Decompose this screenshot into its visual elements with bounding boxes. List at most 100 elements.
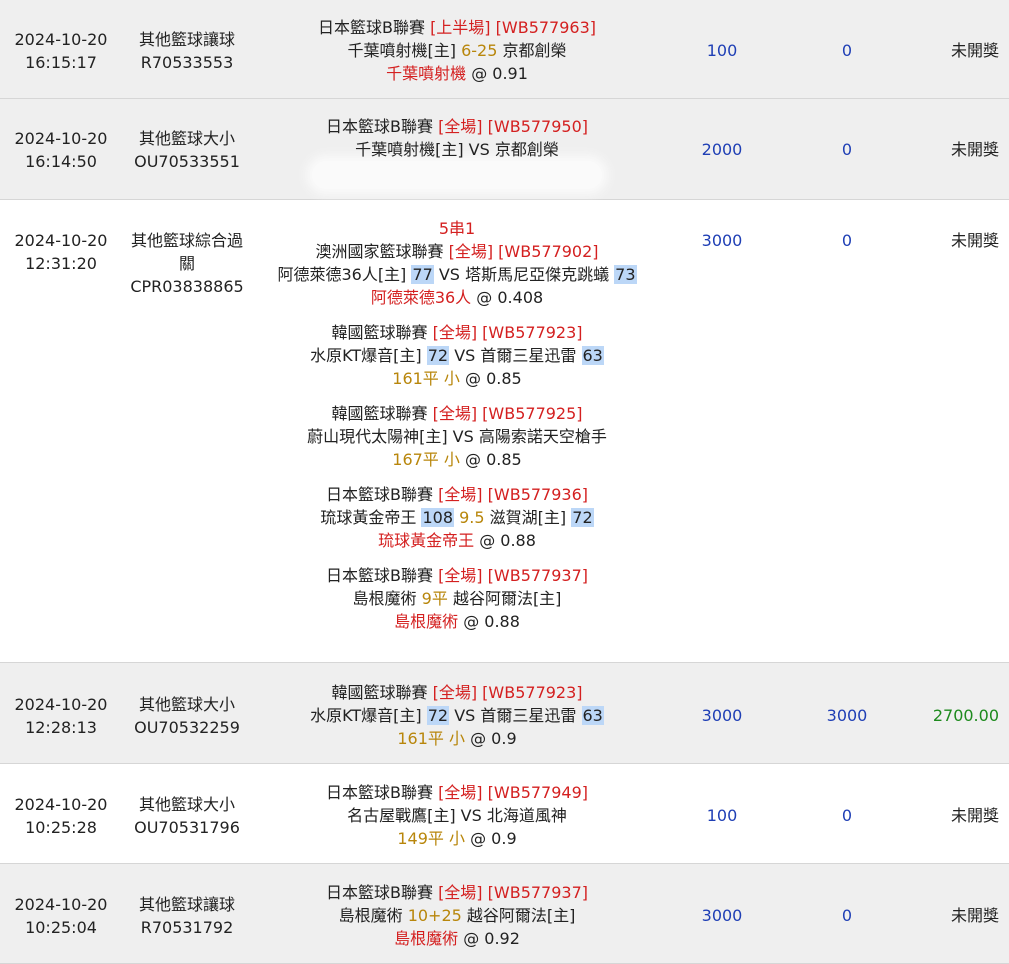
bet-datetime: 2024-10-20 16:15:17 (0, 28, 122, 74)
bet-date: 2024-10-20 (14, 231, 108, 250)
league-name: 日本籃球B聯賽 (325, 566, 433, 585)
odds: @ 0.9 (470, 829, 517, 848)
bet-row-parlay: 2024-10-20 12:31:20 其他籃球綜合過 關 CPR0383886… (0, 200, 1009, 663)
league-name: 日本籃球B聯賽 (325, 117, 433, 136)
odds: @ 0.85 (465, 369, 522, 388)
period: [全場] (438, 485, 483, 504)
match-teams: 名古屋戰鷹[主] VS 北海道風神 (347, 806, 567, 825)
pick: 琉球黃金帝王 (378, 531, 475, 550)
pick: 161平 小 (397, 729, 465, 748)
handicap-line: 10+25 (407, 906, 462, 925)
match-code: [WB577925] (482, 404, 583, 423)
away-score: 63 (581, 346, 604, 365)
valid-amount: 0 (841, 41, 853, 60)
home-score: 72 (426, 706, 450, 725)
result: 2700.00 (932, 706, 999, 725)
team-b-score: 72 (571, 508, 594, 527)
ticket-number: R70531792 (140, 918, 234, 937)
bet-detail: 韓國籃球聯賽 [全場] [WB577923] 水原KT爆音[主] 72 VS 首… (252, 681, 662, 750)
pick: 島根魔術 (394, 612, 459, 631)
ticket-number: OU70533551 (134, 152, 240, 171)
bet-amount: 3000 (701, 231, 743, 250)
bet-date: 2024-10-20 (14, 695, 108, 714)
away-team: 首爾三星迅雷 (480, 346, 577, 365)
bet-detail: 日本籃球B聯賽 [上半場] [WB577963] 千葉噴射機[主] 6-25 京… (252, 16, 662, 85)
match-code: [WB577949] (487, 783, 589, 802)
odds: @ 0.88 (479, 531, 536, 550)
bet-type: 其他籃球大小 OU70533551 (122, 127, 252, 173)
period: [全場] (432, 323, 478, 342)
result: 未開獎 (950, 906, 999, 925)
result: 未開獎 (950, 231, 999, 250)
vs-label: VS (454, 346, 476, 365)
home-score: 77 (411, 265, 434, 284)
away-score: 73 (614, 265, 637, 284)
valid-amount: 0 (841, 231, 853, 250)
league-name: 韓國籃球聯賽 (331, 683, 428, 702)
odds: @ 0.92 (463, 929, 520, 948)
bet-datetime: 2024-10-20 10:25:04 (0, 893, 122, 939)
bet-detail: 5串1 澳洲國家籃球聯賽 [全場] [WB577902] 阿德萊德36人[主] … (252, 217, 662, 633)
bet-type-label: 其他籃球讓球 (138, 30, 235, 49)
odds: @ 0.88 (463, 612, 520, 631)
period: [全場] (448, 242, 494, 261)
bet-time: 10:25:04 (25, 918, 97, 937)
bet-datetime: 2024-10-20 10:25:28 (0, 793, 122, 839)
match-code: [WB577950] (487, 117, 589, 136)
team-b: 越谷阿爾法[主] (466, 906, 576, 925)
ticket-number: R70533553 (140, 53, 234, 72)
team-a: 琉球黃金帝王 (320, 508, 417, 527)
pick: 161平 小 (392, 369, 460, 388)
home-team: 水原KT爆音[主] (310, 706, 422, 725)
bet-amount: 3000 (701, 906, 743, 925)
handicap-line: 9.5 (459, 508, 485, 527)
away-team: 塔斯馬尼亞傑克跳蟻 (465, 265, 610, 284)
bet-type: 其他籃球大小 OU70532259 (122, 693, 252, 739)
ticket-number: OU70531796 (134, 818, 240, 837)
league-name: 韓國籃球聯賽 (331, 404, 428, 423)
bet-type-label: 其他籃球大小 (138, 795, 235, 814)
parlay-label: 5串1 (438, 219, 476, 238)
bet-row: 2024-10-20 10:25:28 其他籃球大小 OU70531796 日本… (0, 764, 1009, 864)
bet-row: 2024-10-20 16:15:17 其他籃球讓球 R70533553 日本籃… (0, 0, 1009, 99)
bet-type: 其他籃球讓球 R70533553 (122, 28, 252, 74)
bet-row: 2024-10-20 10:25:04 其他籃球讓球 R70531792 日本籃… (0, 864, 1009, 964)
home-team: 阿德萊德36人[主] (277, 265, 407, 284)
league-name: 日本籃球B聯賽 (317, 18, 425, 37)
valid-amount: 3000 (826, 706, 868, 725)
bet-type-label-cont: 關 (178, 254, 195, 273)
league-name: 韓國籃球聯賽 (331, 323, 428, 342)
league-name: 日本籃球B聯賽 (325, 783, 433, 802)
team-a-score: 108 (421, 508, 455, 527)
team-b: 滋賀湖[主] (489, 508, 567, 527)
home-team: 水原KT爆音[主] (310, 346, 422, 365)
bet-row: 2024-10-20 16:14:50 其他籃球大小 OU70533551 日本… (0, 99, 1009, 200)
bet-date: 2024-10-20 (14, 129, 108, 148)
away-team: 京都創榮 (502, 41, 567, 60)
bet-amount: 3000 (701, 706, 743, 725)
odds: @ 0.9 (470, 729, 517, 748)
bet-datetime: 2024-10-20 12:31:20 (0, 229, 122, 275)
period: [全場] (438, 117, 483, 136)
match-code: [WB577923] (482, 323, 583, 342)
bet-type-label: 其他籃球讓球 (138, 895, 235, 914)
pick: 千葉噴射機 (386, 64, 467, 83)
bet-time: 12:28:13 (25, 718, 97, 737)
ticket-number: OU70532259 (134, 718, 240, 737)
pick: 島根魔術 (394, 929, 459, 948)
away-team: 首爾三星迅雷 (480, 706, 577, 725)
odds: @ 0.85 (465, 450, 522, 469)
handicap-line: 9平 (421, 589, 448, 608)
pick: 149平 小 (397, 829, 465, 848)
league-name: 日本籃球B聯賽 (325, 485, 433, 504)
handicap-line: 6-25 (461, 41, 498, 60)
bet-type-label: 其他籃球大小 (138, 695, 235, 714)
bet-type-label: 其他籃球綜合過 (130, 231, 243, 250)
home-score: 72 (426, 346, 450, 365)
bet-time: 16:15:17 (25, 53, 97, 72)
match-code: [WB577902] (498, 242, 599, 261)
bet-row: 2024-10-20 12:28:13 其他籃球大小 OU70532259 韓國… (0, 663, 1009, 764)
match-code: [WB577963] (495, 18, 597, 37)
bet-amount: 100 (706, 41, 738, 60)
league-name: 澳洲國家籃球聯賽 (315, 242, 444, 261)
